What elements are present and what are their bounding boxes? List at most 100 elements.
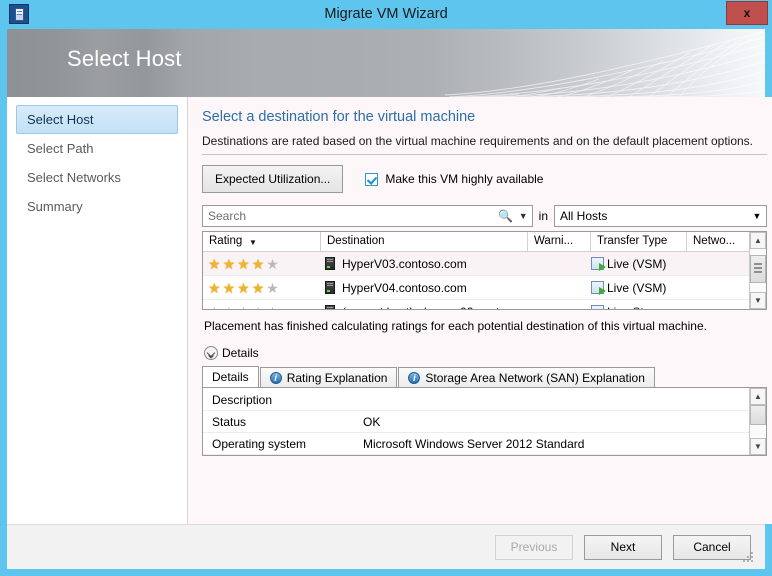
page-title: Select a destination for the virtual mac… <box>202 109 476 125</box>
details-key: Description <box>212 392 273 407</box>
rating-stars: ★★★★★ <box>203 305 321 310</box>
scroll-up-button[interactable]: ▲ <box>750 388 766 405</box>
highly-available-checkbox-row[interactable]: Make this VM highly available <box>365 172 543 186</box>
tab-label: Rating Explanation <box>286 370 388 385</box>
details-row: Description <box>203 389 749 411</box>
magnifier-icon[interactable]: 🔍 <box>497 209 515 223</box>
details-expander[interactable]: Details <box>204 346 767 360</box>
wizard-footer: Previous Next Cancel <box>7 524 765 569</box>
wizard-body: Select Host Select Path Select Networks … <box>7 97 772 524</box>
scroll-down-button[interactable]: ▼ <box>750 292 766 309</box>
wizard-window: Migrate VM Wizard x Select Host Select H… <box>0 0 772 576</box>
details-row: Status OK <box>203 411 749 433</box>
resize-grip[interactable] <box>743 552 755 564</box>
window-title: Migrate VM Wizard <box>324 6 448 22</box>
scrollbar-thumb[interactable] <box>750 255 766 283</box>
column-header-network[interactable]: Netwo... <box>687 232 749 251</box>
details-panel: Description Status OK Operating system M… <box>202 387 767 456</box>
destination-cell: HyperV04.contoso.com <box>321 281 528 295</box>
scrollbar-thumb[interactable] <box>750 405 766 425</box>
transfer-type-cell: Live (VSM) <box>591 281 687 295</box>
destination-name: HyperV03.contoso.com <box>342 256 467 271</box>
tab-label: Storage Area Network (SAN) Explanation <box>425 370 645 385</box>
details-value: Microsoft Windows Server 2012 Standard <box>363 436 585 451</box>
destination-name: (current host) - hyperv02.contoso <box>342 305 519 310</box>
host-icon <box>325 281 335 294</box>
sidebar-item-label: Select Host <box>27 112 94 127</box>
details-row: Operating system Microsoft Windows Serve… <box>203 433 749 455</box>
scroll-up-button[interactable]: ▲ <box>750 232 766 249</box>
tab-label: Details <box>212 370 249 384</box>
search-scope-label: in <box>538 209 548 223</box>
live-migration-icon <box>591 281 606 295</box>
table-header-row: Rating ▼ Destination Warni... Transfer T… <box>203 232 749 252</box>
details-tabs: Details i Rating Explanation i Storage A… <box>202 366 767 387</box>
sidebar-item-label: Summary <box>27 199 83 214</box>
details-value: OK <box>363 414 381 429</box>
highly-available-label: Make this VM highly available <box>385 172 544 186</box>
chevron-down-icon[interactable]: ▼ <box>515 211 532 221</box>
details-expander-label: Details <box>222 346 259 360</box>
sidebar-item-label: Select Networks <box>27 170 121 185</box>
column-header-warnings[interactable]: Warni... <box>528 232 591 251</box>
details-vertical-scrollbar[interactable]: ▲ ▼ <box>749 388 766 455</box>
title-bar: Migrate VM Wizard x <box>0 0 772 29</box>
chevron-down-icon[interactable]: ▼ <box>748 211 766 221</box>
host-icon <box>325 305 335 309</box>
transfer-type-cell: Live Stora <box>591 305 687 310</box>
transfer-type-label: Live Stora <box>607 305 661 310</box>
column-header-label: Netwo... <box>693 235 736 247</box>
column-header-label: Rating <box>209 235 243 247</box>
sidebar-item-label: Select Path <box>27 141 94 156</box>
highly-available-checkbox[interactable] <box>365 172 379 186</box>
close-button[interactable]: x <box>726 1 768 25</box>
table-vertical-scrollbar[interactable]: ▲ ▼ <box>749 232 766 309</box>
info-icon: i <box>408 371 421 384</box>
divider <box>202 154 767 155</box>
sort-descending-icon: ▼ <box>249 238 257 247</box>
scope-dropdown[interactable]: All Hosts ▼ <box>554 205 767 227</box>
destination-cell: (current host) - hyperv02.contoso <box>321 305 528 310</box>
sidebar-item-summary[interactable]: Summary <box>16 192 178 221</box>
banner-title: Select Host <box>67 46 182 71</box>
scrollbar-track[interactable] <box>750 249 766 292</box>
destinations-table-body: Rating ▼ Destination Warni... Transfer T… <box>203 232 749 309</box>
column-header-transfer-type[interactable]: Transfer Type <box>591 232 687 251</box>
tab-san-explanation[interactable]: i Storage Area Network (SAN) Explanation <box>398 367 655 387</box>
live-storage-migration-icon <box>591 305 604 309</box>
tab-rating-explanation[interactable]: i Rating Explanation <box>259 367 398 387</box>
details-key: Status <box>212 414 247 429</box>
expected-utilization-button[interactable]: Expected Utilization... <box>202 165 344 193</box>
details-key: Operating system <box>212 436 307 451</box>
column-header-destination[interactable]: Destination <box>321 232 528 251</box>
details-grid: Description Status OK Operating system M… <box>203 388 749 455</box>
column-header-rating[interactable]: Rating ▼ <box>203 232 321 251</box>
table-row[interactable]: ★ ★ ★ ★ ★ HyperV04.contoso.com Live (VSM) <box>203 276 749 300</box>
chevron-double-down-icon[interactable] <box>204 346 218 360</box>
wizard-content: Select a destination for the virtual mac… <box>188 97 772 524</box>
destinations-table: Rating ▼ Destination Warni... Transfer T… <box>202 231 767 310</box>
tab-details[interactable]: Details <box>202 366 259 387</box>
column-header-label: Warni... <box>534 235 574 247</box>
table-row[interactable]: ★ ★ ★ ★ ★ HyperV03.contoso.com Live (VSM) <box>203 252 749 276</box>
info-icon: i <box>269 371 282 384</box>
cancel-button[interactable]: Cancel <box>673 534 751 560</box>
page-description: Destinations are rated based on the virt… <box>202 134 754 148</box>
scope-dropdown-value: All Hosts <box>560 209 608 223</box>
search-input[interactable]: Search 🔍 ▼ <box>202 205 533 227</box>
next-button[interactable]: Next <box>584 534 662 560</box>
column-header-label: Transfer Type <box>597 235 668 247</box>
wizard-banner: Select Host <box>7 29 765 97</box>
table-row[interactable]: ★★★★★ (current host) - hyperv02.contoso … <box>203 300 749 309</box>
destination-name: HyperV04.contoso.com <box>342 280 467 295</box>
previous-button[interactable]: Previous <box>495 534 573 560</box>
live-migration-icon <box>591 257 606 271</box>
scrollbar-track[interactable] <box>750 405 766 438</box>
sidebar-item-select-host[interactable]: Select Host <box>16 105 178 134</box>
sidebar-item-select-networks[interactable]: Select Networks <box>16 163 178 192</box>
host-icon <box>325 257 335 270</box>
column-header-label: Destination <box>327 235 385 247</box>
sidebar-item-select-path[interactable]: Select Path <box>16 134 178 163</box>
transfer-type-cell: Live (VSM) <box>591 257 687 271</box>
scroll-down-button[interactable]: ▼ <box>750 438 766 455</box>
